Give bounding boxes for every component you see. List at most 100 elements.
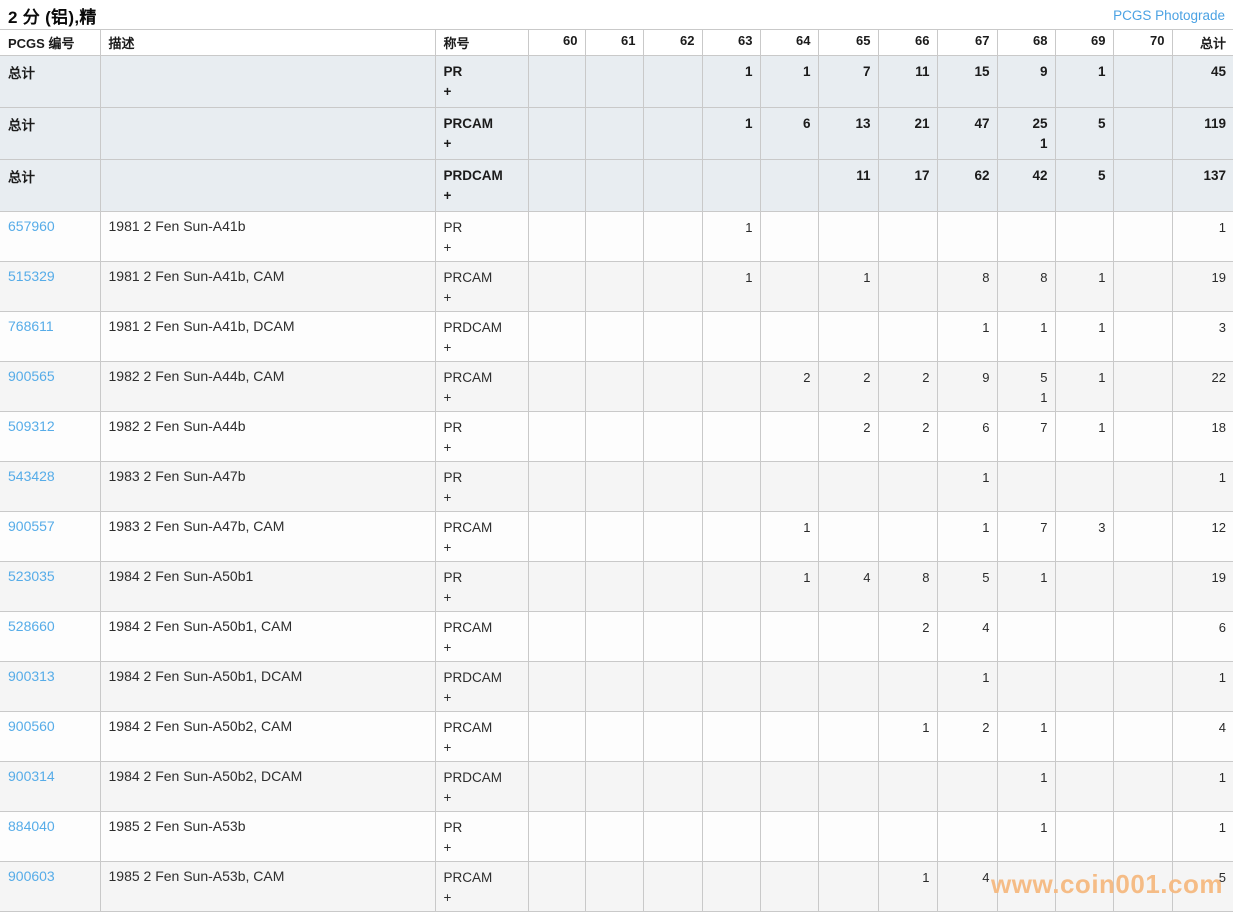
grade-cell xyxy=(1113,512,1172,562)
grade-plus-count xyxy=(827,588,871,608)
grade-count: 5 xyxy=(946,568,990,588)
description-cell: 1981 2 Fen Sun-A41b, CAM xyxy=(100,262,435,312)
grade-cell xyxy=(528,512,585,562)
grade-count xyxy=(1122,468,1165,488)
grade-plus-count xyxy=(887,134,930,154)
grade-cell xyxy=(760,160,818,212)
grade-count xyxy=(1122,768,1165,788)
pcgs-number-link[interactable]: 900560 xyxy=(8,718,55,734)
header-cell: 69 xyxy=(1055,30,1113,56)
grade-plus-count xyxy=(887,488,930,508)
grade-cell: 2 xyxy=(818,362,878,412)
pcgs-number-cell: 总计 xyxy=(0,56,100,108)
grade-count xyxy=(1006,218,1048,238)
grade-plus-count xyxy=(827,788,871,808)
header-cell: 66 xyxy=(878,30,937,56)
grade-cell xyxy=(702,562,760,612)
pcgs-number-link[interactable]: 900314 xyxy=(8,768,55,784)
grade-plus-count xyxy=(769,838,811,858)
grade-count: 9 xyxy=(1006,62,1048,82)
header-cell: 总计 xyxy=(1172,30,1233,56)
pcgs-number-link[interactable]: 509312 xyxy=(8,418,55,434)
grade-cell xyxy=(1113,56,1172,108)
grade-count: 47 xyxy=(946,114,990,134)
grade-count xyxy=(594,166,636,186)
grade-plus-count xyxy=(827,288,871,308)
grade-count xyxy=(537,114,578,134)
grade-cell xyxy=(1113,412,1172,462)
pcgs-number-link[interactable]: 900557 xyxy=(8,518,55,534)
designation-label: PR xyxy=(444,218,521,238)
designation-label: PR xyxy=(444,418,521,438)
grade-plus-count xyxy=(1122,438,1165,458)
pcgs-number-link[interactable]: 528660 xyxy=(8,618,55,634)
grade-count xyxy=(1122,218,1165,238)
grade-count: 5 xyxy=(1064,166,1106,186)
grade-count xyxy=(537,768,578,788)
grade-count: 1 xyxy=(769,518,811,538)
grade-plus-count xyxy=(946,538,990,558)
pcgs-number-link[interactable]: 768611 xyxy=(8,318,54,334)
grade-plus-count xyxy=(1006,186,1048,206)
grade-cell xyxy=(1113,662,1172,712)
grade-plus-count xyxy=(769,288,811,308)
grade-cell xyxy=(528,762,585,812)
grade-plus-count xyxy=(1181,288,1227,308)
pcgs-number-link[interactable]: 543428 xyxy=(8,468,55,484)
grade-plus-count xyxy=(1064,738,1106,758)
grade-cell xyxy=(528,56,585,108)
grade-cell xyxy=(528,862,585,912)
grade-cell xyxy=(585,512,643,562)
grade-cell xyxy=(818,862,878,912)
grade-plus-count xyxy=(1181,638,1227,658)
grade-plus-count xyxy=(537,288,578,308)
pcgs-number-link[interactable]: 900603 xyxy=(8,868,55,884)
designation-label: PRCAM xyxy=(444,114,521,134)
grade-count: 19 xyxy=(1181,268,1227,288)
table-row: 5153291981 2 Fen Sun-A41b, CAMPRCAM+1188… xyxy=(0,262,1233,312)
grade-count xyxy=(827,768,871,788)
pcgs-number-cell: 515329 xyxy=(0,262,100,312)
pcgs-number-link[interactable]: 523035 xyxy=(8,568,55,584)
grade-cell: 42 xyxy=(997,160,1055,212)
grade-count: 1 xyxy=(1006,318,1048,338)
grade-count: 1 xyxy=(769,62,811,82)
pcgs-number-link[interactable]: 884040 xyxy=(8,818,55,834)
pcgs-number-link[interactable]: 900565 xyxy=(8,368,55,384)
plus-symbol: + xyxy=(444,186,521,206)
grade-plus-count xyxy=(594,638,636,658)
grade-plus-count xyxy=(711,638,753,658)
grade-plus-count xyxy=(652,638,695,658)
grade-count: 1 xyxy=(1064,318,1106,338)
grade-plus-count xyxy=(1006,588,1048,608)
grade-count: 2 xyxy=(946,718,990,738)
plus-symbol: + xyxy=(444,134,521,154)
grade-cell xyxy=(1113,212,1172,262)
grade-count: 45 xyxy=(1181,62,1227,82)
pcgs-number-cell: 900314 xyxy=(0,762,100,812)
grade-count xyxy=(887,818,930,838)
table-row: 5093121982 2 Fen Sun-A44bPR+2267118 xyxy=(0,412,1233,462)
pcgs-number-cell: 884040 xyxy=(0,812,100,862)
grade-count xyxy=(594,518,636,538)
grade-cell xyxy=(585,212,643,262)
photograde-link[interactable]: PCGS Photograde xyxy=(1113,8,1225,23)
grade-count xyxy=(594,268,636,288)
grade-plus-count xyxy=(827,538,871,558)
grade-plus-count: 1 xyxy=(1006,134,1048,154)
grade-cell: 1 xyxy=(1055,262,1113,312)
grade-count: 137 xyxy=(1181,166,1227,186)
grade-cell xyxy=(643,312,702,362)
grade-cell xyxy=(1055,862,1113,912)
description-cell xyxy=(100,108,435,160)
grade-count: 5 xyxy=(1006,368,1048,388)
pcgs-number-link[interactable]: 515329 xyxy=(8,268,55,284)
grade-cell xyxy=(878,312,937,362)
pcgs-number-link[interactable]: 657960 xyxy=(8,218,55,234)
pcgs-number-link[interactable]: 900313 xyxy=(8,668,55,684)
grade-count xyxy=(887,218,930,238)
grade-count xyxy=(711,768,753,788)
grade-cell xyxy=(585,462,643,512)
grade-plus-count xyxy=(1006,538,1048,558)
grade-plus-count xyxy=(1006,638,1048,658)
